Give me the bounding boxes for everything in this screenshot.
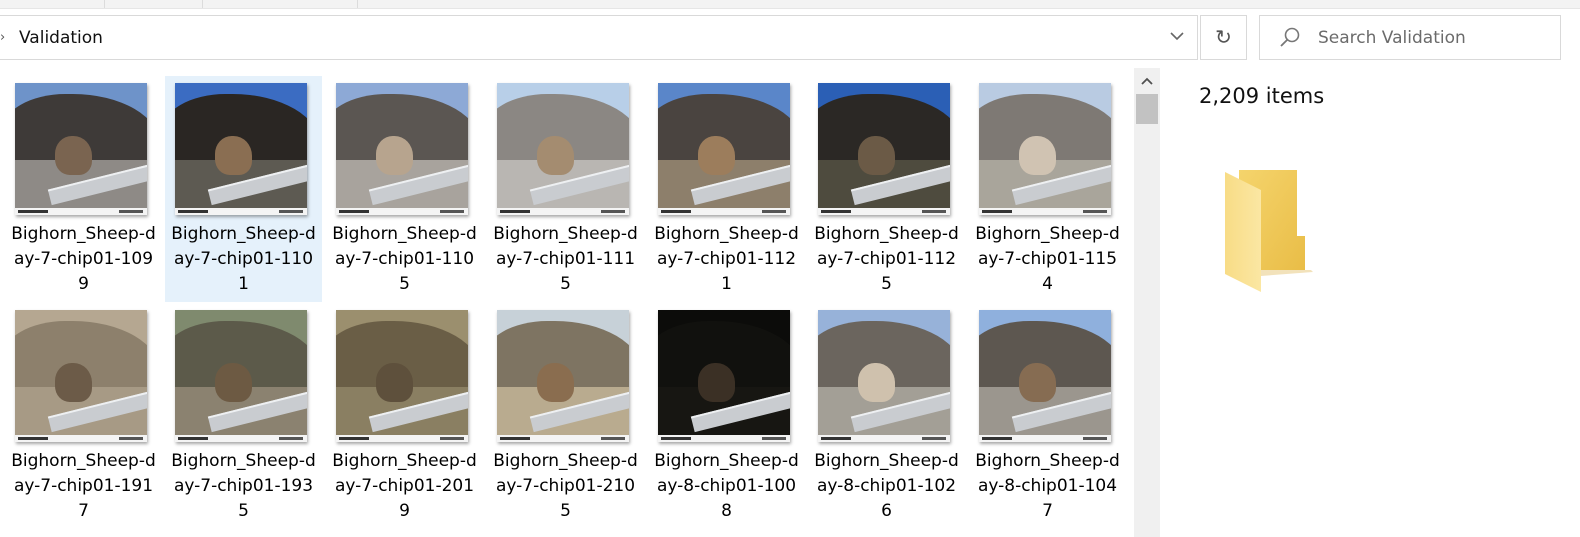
image-thumbnail[interactable]	[497, 83, 629, 215]
bighorn-sheep-shape	[375, 135, 413, 176]
vertical-scrollbar[interactable]	[1134, 68, 1160, 537]
tab-strip	[0, 0, 1580, 9]
image-thumbnail[interactable]	[15, 310, 147, 442]
bighorn-sheep-shape	[214, 135, 252, 176]
bighorn-sheep-shape	[536, 135, 574, 176]
file-item[interactable]: Bighorn_Sheep-day-7-chip01-1101	[165, 76, 322, 302]
file-item[interactable]: Bighorn_Sheep-day-7-chip01-1121	[648, 76, 805, 302]
file-item[interactable]: Bighorn_Sheep-day-7-chip01-1099	[5, 76, 162, 302]
file-name: Bighorn_Sheep-day-7-chip01-1125	[814, 224, 959, 294]
item-count: 2,209 items	[1199, 84, 1325, 108]
folder-icon	[1225, 170, 1313, 292]
file-name: Bighorn_Sheep-day-8-chip01-1026	[814, 451, 959, 521]
file-name: Bighorn_Sheep-day-7-chip01-1121	[654, 224, 799, 294]
file-item[interactable]: Bighorn_Sheep-day-7-chip01-2105	[487, 303, 644, 529]
bighorn-sheep-shape	[375, 362, 413, 403]
file-item[interactable]: Bighorn_Sheep-day-7-chip01-1917	[5, 303, 162, 529]
file-item[interactable]: Bighorn_Sheep-day-7-chip01-1154	[969, 76, 1126, 302]
image-thumbnail[interactable]	[818, 83, 950, 215]
file-name: Bighorn_Sheep-day-7-chip01-1154	[975, 224, 1120, 294]
image-thumbnail[interactable]	[658, 310, 790, 442]
file-item[interactable]: Bighorn_Sheep-day-7-chip01-1105	[326, 76, 483, 302]
bighorn-sheep-shape	[54, 362, 92, 403]
search-icon	[1280, 27, 1300, 47]
bighorn-sheep-shape	[536, 362, 574, 403]
file-name: Bighorn_Sheep-day-7-chip01-1115	[493, 224, 638, 294]
bighorn-sheep-shape	[857, 362, 895, 403]
image-thumbnail[interactable]	[175, 310, 307, 442]
file-name: Bighorn_Sheep-day-7-chip01-1099	[11, 224, 156, 294]
scrollbar-thumb[interactable]	[1136, 94, 1158, 124]
chevron-down-icon[interactable]	[1164, 28, 1190, 48]
chevron-up-icon[interactable]	[1134, 68, 1160, 94]
image-thumbnail[interactable]	[175, 83, 307, 215]
file-name: Bighorn_Sheep-day-7-chip01-2105	[493, 451, 638, 521]
address-bar[interactable]: › Validation	[0, 15, 1198, 60]
image-thumbnail[interactable]	[818, 310, 950, 442]
tab-separator	[202, 0, 203, 8]
bighorn-sheep-shape	[1018, 362, 1056, 403]
file-name: Bighorn_Sheep-day-7-chip01-1917	[11, 451, 156, 521]
chevron-right-icon[interactable]: ›	[0, 30, 8, 46]
image-thumbnail[interactable]	[979, 310, 1111, 442]
address-path[interactable]: Validation	[19, 27, 103, 49]
image-thumbnail[interactable]	[979, 83, 1111, 215]
bighorn-sheep-shape	[1018, 135, 1056, 176]
file-name: Bighorn_Sheep-day-7-chip01-2019	[332, 451, 477, 521]
image-thumbnail[interactable]	[336, 83, 468, 215]
file-item[interactable]: Bighorn_Sheep-day-8-chip01-1008	[648, 303, 805, 529]
preview-pane: 2,209 items	[1161, 68, 1580, 537]
refresh-button[interactable]: ↻	[1200, 15, 1247, 60]
bighorn-sheep-shape	[697, 135, 735, 176]
search-box[interactable]	[1259, 15, 1561, 60]
file-item[interactable]: Bighorn_Sheep-day-8-chip01-1026	[808, 303, 965, 529]
file-item[interactable]: Bighorn_Sheep-day-7-chip01-1935	[165, 303, 322, 529]
bighorn-sheep-shape	[857, 135, 895, 176]
bighorn-sheep-shape	[697, 362, 735, 403]
tab-separator	[104, 0, 105, 8]
search-input[interactable]	[1318, 26, 1548, 50]
file-grid: Bighorn_Sheep-day-7-chip01-1099 Bighorn_S…	[0, 68, 1134, 537]
bighorn-sheep-shape	[214, 362, 252, 403]
image-thumbnail[interactable]	[497, 310, 629, 442]
image-thumbnail[interactable]	[15, 83, 147, 215]
file-name: Bighorn_Sheep-day-8-chip01-1047	[975, 451, 1120, 521]
file-item[interactable]: Bighorn_Sheep-day-8-chip01-1047	[969, 303, 1126, 529]
tab-separator	[357, 0, 358, 8]
image-thumbnail[interactable]	[658, 83, 790, 215]
file-item[interactable]: Bighorn_Sheep-day-7-chip01-1125	[808, 76, 965, 302]
image-thumbnail[interactable]	[336, 310, 468, 442]
file-item[interactable]: Bighorn_Sheep-day-7-chip01-2019	[326, 303, 483, 529]
file-name: Bighorn_Sheep-day-7-chip01-1935	[171, 451, 316, 521]
bighorn-sheep-shape	[54, 135, 92, 176]
file-name: Bighorn_Sheep-day-8-chip01-1008	[654, 451, 799, 521]
file-name: Bighorn_Sheep-day-7-chip01-1101	[171, 224, 316, 294]
file-name: Bighorn_Sheep-day-7-chip01-1105	[332, 224, 477, 294]
file-item[interactable]: Bighorn_Sheep-day-7-chip01-1115	[487, 76, 644, 302]
refresh-icon: ↻	[1215, 25, 1232, 49]
